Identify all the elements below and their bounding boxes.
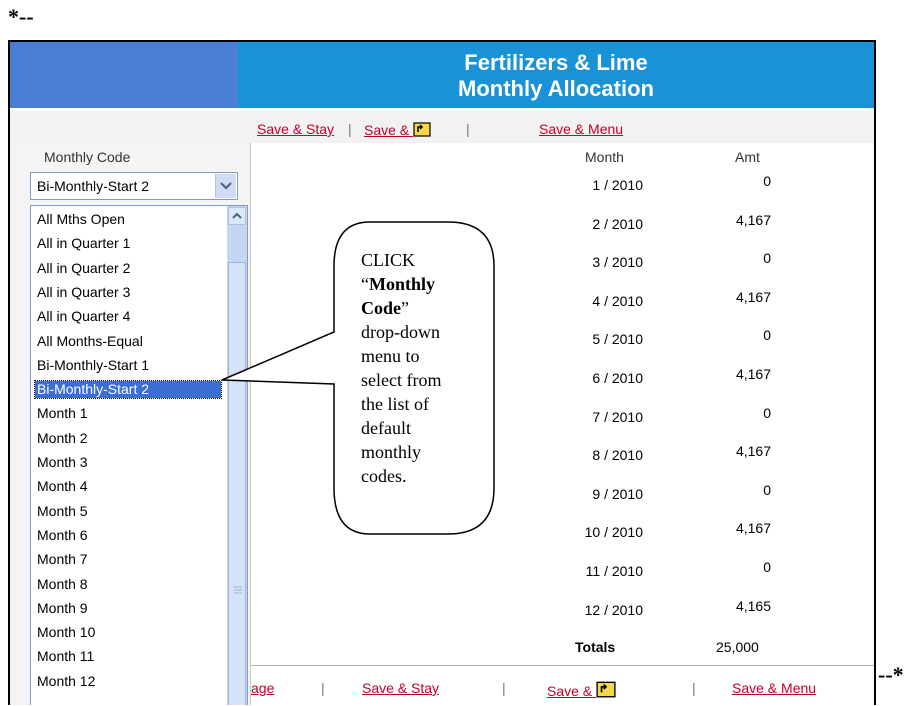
month-cell: 10 / 2010 <box>584 524 643 541</box>
list-item[interactable]: Month 2 <box>35 430 221 447</box>
list-item[interactable]: Month 10 <box>35 624 221 641</box>
save-up-label-bottom: Save & <box>547 683 593 699</box>
amt-cell[interactable]: 0 <box>701 173 771 189</box>
list-item[interactable]: All in Quarter 1 <box>35 235 221 252</box>
save-menu-link-bottom[interactable]: Save & Menu <box>732 680 816 696</box>
month-cell: 3 / 2010 <box>592 254 643 271</box>
month-cell: 4 / 2010 <box>592 292 643 309</box>
amt-cell[interactable]: 4,167 <box>701 366 771 382</box>
month-cell: 7 / 2010 <box>592 408 643 425</box>
page-title-line2: Monthly Allocation <box>458 76 654 101</box>
callout-text: CLICK “Monthly Code” drop-down menu to sel… <box>361 248 481 488</box>
folder-up-icon <box>413 122 431 137</box>
callout-line: menu to <box>361 346 420 366</box>
separator: | <box>348 121 352 137</box>
list-item[interactable]: Month 5 <box>35 503 221 520</box>
list-item[interactable]: Bi-Monthly-Start 2 <box>34 380 222 400</box>
amt-cell[interactable]: 4,167 <box>701 443 771 459</box>
separator: | <box>321 680 325 696</box>
amt-column-header: Amt <box>735 149 760 165</box>
list-item[interactable]: All in Quarter 4 <box>35 308 221 325</box>
list-item[interactable]: Month 1 <box>35 405 221 422</box>
save-up-link-bottom[interactable]: Save & <box>547 680 616 699</box>
list-item[interactable]: Month 4 <box>35 478 221 495</box>
month-cell: 12 / 2010 <box>584 601 643 618</box>
totals-value: 25,000 <box>716 639 759 655</box>
callout-line: CLICK <box>361 250 415 270</box>
callout-line: monthly <box>361 442 422 462</box>
list-item[interactable]: All Months-Equal <box>35 333 221 350</box>
month-column-header: Month <box>585 149 624 165</box>
callout-line: drop-down <box>361 322 440 342</box>
month-cell: 11 / 2010 <box>585 563 643 579</box>
folder-up-icon <box>596 681 616 698</box>
monthly-code-header: Monthly Code <box>44 149 131 165</box>
bottom-toolbar: age | Save & Stay | Save & | Save & Menu <box>251 665 874 706</box>
month-cell: 9 / 2010 <box>592 485 643 502</box>
amt-cell[interactable]: 4,165 <box>701 598 771 614</box>
list-item[interactable]: Bi-Monthly-Start 1 <box>35 357 221 374</box>
month-cell: 6 / 2010 <box>592 370 643 386</box>
month-cell: 2 / 2010 <box>592 215 643 232</box>
save-menu-link[interactable]: Save & Menu <box>539 121 623 137</box>
save-up-link[interactable]: Save & <box>364 121 431 138</box>
list-item[interactable]: Month 7 <box>35 551 221 568</box>
list-item[interactable]: Month 12 <box>35 673 221 690</box>
change-marker-start: *-- <box>8 4 34 29</box>
header-left-band <box>10 42 238 108</box>
list-item[interactable]: Month 8 <box>35 576 221 593</box>
callout-line: select from <box>361 370 442 390</box>
amt-cell[interactable]: 0 <box>701 250 771 266</box>
list-item[interactable]: Month 11 <box>35 648 221 665</box>
monthly-code-dropdown[interactable]: Bi-Monthly-Start 2 <box>30 172 238 200</box>
amt-cell[interactable]: 4,167 <box>701 289 771 305</box>
top-toolbar: Save & Stay | Save & | Save & Menu <box>10 111 874 144</box>
save-stay-link[interactable]: Save & Stay <box>257 121 334 137</box>
callout-line: “Monthly Code” <box>361 274 436 318</box>
list-item[interactable]: Month 9 <box>35 600 221 617</box>
amt-cell[interactable]: 0 <box>701 482 771 498</box>
totals-label: Totals <box>575 639 616 655</box>
amt-cell[interactable]: 4,167 <box>701 520 771 536</box>
chevron-down-icon[interactable] <box>215 174 236 198</box>
amt-cell[interactable]: 0 <box>701 405 771 421</box>
list-item[interactable]: All in Quarter 2 <box>35 260 221 277</box>
save-stay-link-bottom[interactable]: Save & Stay <box>362 680 439 696</box>
page-title-line1: Fertilizers & Lime <box>464 50 648 75</box>
callout-line: codes. <box>361 466 407 486</box>
amt-cell[interactable]: 0 <box>701 559 771 575</box>
month-cell: 8 / 2010 <box>592 447 643 464</box>
list-item[interactable]: Month 3 <box>35 454 221 471</box>
callout-bold: Monthly Code <box>361 274 436 318</box>
month-cell: 1 / 2010 <box>592 177 643 193</box>
callout-line: default <box>361 418 411 438</box>
separator: | <box>466 121 470 137</box>
change-marker-end: --* <box>878 662 904 687</box>
amt-cell[interactable]: 0 <box>701 327 771 343</box>
list-item[interactable]: All in Quarter 3 <box>35 284 221 301</box>
header-banner: Fertilizers & Lime Monthly Allocation <box>238 42 874 108</box>
grip-icon <box>234 586 242 594</box>
separator: | <box>502 680 506 696</box>
month-cell: 5 / 2010 <box>592 331 643 348</box>
callout-line: the list of <box>361 394 429 414</box>
amt-cell[interactable]: 4,167 <box>701 212 771 228</box>
list-item[interactable]: All Mths Open <box>35 211 221 228</box>
save-up-label: Save & <box>364 122 410 138</box>
separator: | <box>692 680 696 696</box>
page-link-fragment[interactable]: age <box>251 680 274 696</box>
list-item[interactable]: Month 6 <box>35 527 221 544</box>
dropdown-selected-value: Bi-Monthly-Start 2 <box>37 178 150 194</box>
